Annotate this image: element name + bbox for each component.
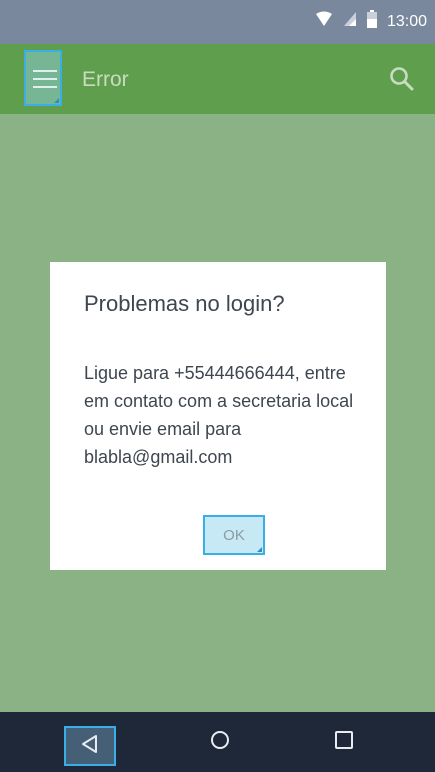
dialog-title: Problemas no login? [84,291,285,316]
battery-icon [366,10,377,33]
search-button[interactable] [387,64,417,94]
home-button[interactable] [206,728,234,756]
home-icon [209,729,231,756]
search-icon [387,67,417,98]
status-icons: 13:00 [315,10,427,33]
screen: 13:00 Error Problemas no login? Ligue pa… [0,0,435,772]
menu-button[interactable] [24,50,62,106]
ok-button[interactable]: OK [203,515,265,555]
back-icon [80,734,100,759]
app-bar: Error [0,44,435,114]
status-time: 13:00 [386,12,427,30]
navigation-bar [0,712,435,772]
recents-button[interactable] [330,728,358,756]
back-button[interactable] [64,726,116,766]
ok-button-label: OK [223,526,245,544]
status-bar: 13:00 [0,0,435,44]
signal-icon [343,11,357,32]
recents-icon [334,730,354,755]
app-bar-title: Error [82,68,129,91]
wifi-icon [315,11,333,32]
dialog-message: Ligue para +55444666444, entre em contat… [84,363,354,467]
login-problem-dialog: Problemas no login? Ligue para +55444666… [50,262,386,570]
